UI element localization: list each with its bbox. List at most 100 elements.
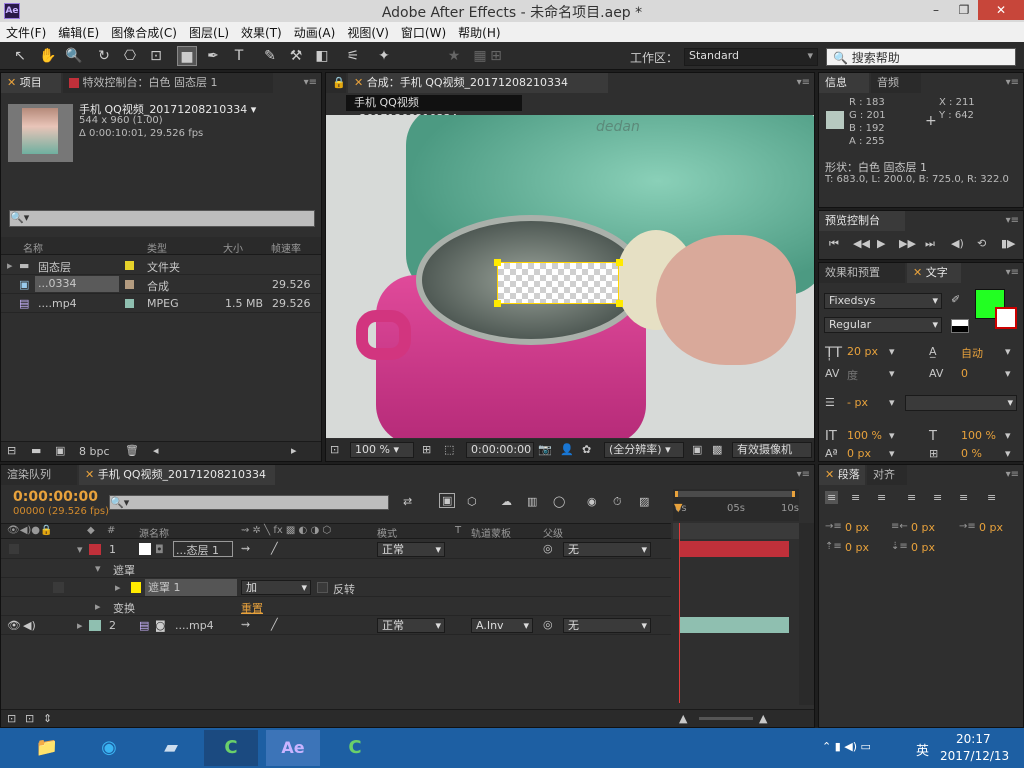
expand-arrow-icon[interactable]: ▸ [115,581,121,594]
list-item[interactable]: ▣ ...0334 合成 29.526 [1,275,321,294]
panel-menu-icon[interactable]: ▾≡ [1006,469,1019,480]
panel-menu-icon[interactable]: ▾≡ [797,469,810,480]
shy-switch-icon[interactable]: ⇝ [241,618,250,631]
previous-frame-icon[interactable]: ◀◀ [853,237,870,250]
clock-time[interactable]: 20:17 [956,732,991,746]
next-frame-icon[interactable]: ▶▶ [899,237,916,250]
mask-handle[interactable] [616,259,623,266]
roto-brush-tool-icon[interactable]: ⚟ [343,46,363,66]
tab-align[interactable]: 对齐 [867,465,907,485]
chevron-down-icon[interactable]: ▾ [889,429,895,442]
justify-right-icon[interactable]: ≡ [959,491,968,504]
kerning-value[interactable]: 度 [847,367,858,383]
panel-menu-icon[interactable]: ▾≡ [797,77,810,88]
justify-all-icon[interactable]: ≡ [987,491,996,504]
zoom-out-icon[interactable]: ▲ [679,712,687,725]
mask-row[interactable]: ▸ 遮罩 1 加 ▾ 反转 [1,578,671,597]
mask-handle[interactable] [616,300,623,307]
menu-window[interactable]: 窗口(W) [395,22,452,41]
menu-animation[interactable]: 动画(A) [288,22,342,41]
input-method-indicator[interactable]: 英 [916,740,929,759]
target-region-icon[interactable]: ▣ [692,443,702,456]
lock-icon[interactable]: 🔒 [326,73,346,93]
new-folder-icon[interactable]: ▬ [31,444,41,457]
label-color-swatch[interactable] [125,261,134,270]
timeline-search-input[interactable]: 🔍▾ [109,495,389,510]
puppet-tool-icon[interactable]: ✦ [374,46,394,66]
menu-help[interactable]: 帮助(H) [452,22,506,41]
ram-preview-icon[interactable]: ▮▶ [1001,237,1016,250]
align-center-icon[interactable]: ≡ [851,491,860,504]
justify-left-icon[interactable]: ≡ [907,491,916,504]
layer-label-color[interactable] [89,620,101,631]
mask-handle[interactable] [494,300,501,307]
comp-mini-flowchart-icon[interactable]: ⇄ [403,495,412,508]
time-ruler[interactable]: 0s 05s 10s ▼ [673,489,799,521]
parent-pickwhip-icon[interactable]: ◎ [543,542,553,555]
draft-3d-icon[interactable]: ⬡ [467,495,477,508]
camtasia-icon[interactable]: C [204,730,258,766]
mask-handle[interactable] [494,259,501,266]
tracking-value[interactable]: 0 [961,367,968,380]
chevron-down-icon[interactable]: ▾ [889,447,895,460]
layer-row[interactable]: 👁 ◀) ▸ 2 ▤ ◙ ....mp4 ⇝ ╱ 正常 ▾ A.Inv ▾ ◎ 无 ▾ [1,616,671,635]
list-item[interactable]: ▸ ▬ 固态层 文件夹 [1,256,321,275]
mask-mode-dropdown[interactable]: 加 ▾ [241,580,311,595]
tab-paragraph[interactable]: ✕ 段落 [819,465,865,485]
tab-effects-presets[interactable]: 效果和预置 [819,263,905,283]
indent-left-value[interactable]: 0 px [845,521,869,534]
chevron-down-icon[interactable]: ▾ [1005,367,1011,380]
parent-dropdown[interactable]: 无 ▾ [563,542,651,557]
camtasia-recorder-icon[interactable]: C [328,730,382,766]
align-left-icon[interactable]: ≡ [825,491,839,504]
current-timecode[interactable]: 0:00:00:00 [13,489,98,505]
text-tool-icon[interactable]: T [229,46,249,66]
live-update-icon[interactable]: ▣ [439,493,456,508]
grid-icon[interactable]: ⊞ [422,443,431,456]
bit-depth-button[interactable]: 8 bpc [79,445,110,458]
restore-button[interactable]: ❐ [950,0,978,20]
parent-dropdown[interactable]: 无 ▾ [563,618,651,633]
column-size[interactable]: 大小 [223,240,243,255]
zoom-slider[interactable] [699,717,753,720]
eye-icon[interactable]: 👁 [7,619,21,632]
browser-icon[interactable]: ◉ [82,730,136,766]
video-toggle[interactable] [9,544,19,554]
scroll-left-icon[interactable]: ◂ [153,444,159,457]
graph-editor-icon[interactable]: ▨ [639,495,649,508]
tab-preview[interactable]: 预览控制台 [819,211,905,231]
expand-arrow-icon[interactable]: ▸ [77,619,83,632]
tab-timeline-comp[interactable]: ✕ 手机 QQ视频_20171208210334 [79,465,275,485]
loop-icon[interactable]: ⟲ [977,237,986,250]
interpret-footage-icon[interactable]: ⊟ [7,444,16,457]
indent-right-value[interactable]: 0 px [911,521,935,534]
invert-checkbox[interactable] [317,582,328,593]
font-size-value[interactable]: 20 px [847,345,878,358]
justify-center-icon[interactable]: ≡ [933,491,942,504]
close-button[interactable]: ✕ [978,0,1024,20]
expand-arrow-icon[interactable]: ▾ [77,543,83,556]
always-preview-icon[interactable]: ⊡ [330,443,339,456]
mask-group-row[interactable]: ▾ 遮罩 [1,559,671,578]
stroke-width-value[interactable]: - px [847,396,868,409]
hand-tool-icon[interactable]: ✋ [38,46,58,66]
zoom-dropdown[interactable]: 100 % ▾ [350,442,414,458]
tab-effect-controls[interactable]: 特效控制台：白色 固态层 1 [63,73,273,93]
leading-value[interactable]: 自动 [961,345,983,361]
stroke-style-dropdown[interactable]: ▾ [905,395,1017,411]
eyedropper-icon[interactable]: ✐ [951,293,960,306]
menu-composition[interactable]: 图像合成(C) [105,22,183,41]
tab-composition[interactable]: ✕ 合成：手机 QQ视频_20171208210334 [348,73,608,93]
chevron-down-icon[interactable]: ▾ [889,345,895,358]
panel-menu-icon[interactable]: ▾≡ [1006,77,1019,88]
help-search-input[interactable]: 🔍 搜索帮助 [826,48,1016,66]
layer-2-duration-bar[interactable] [679,617,789,633]
camera-tool-icon[interactable]: ⎔ [120,46,140,66]
composition-breadcrumb[interactable]: 手机 QQ视频_20171208210334 [346,95,522,125]
mask-lock-toggle[interactable] [53,582,64,593]
expand-arrow-icon[interactable]: ▸ [7,259,13,272]
toggle-modes-icon[interactable]: ⊡ [25,712,34,725]
blend-mode-dropdown[interactable]: 正常 ▾ [377,542,445,557]
new-composition-icon[interactable]: ▣ [55,444,65,457]
rotate-tool-icon[interactable]: ↻ [94,46,114,66]
